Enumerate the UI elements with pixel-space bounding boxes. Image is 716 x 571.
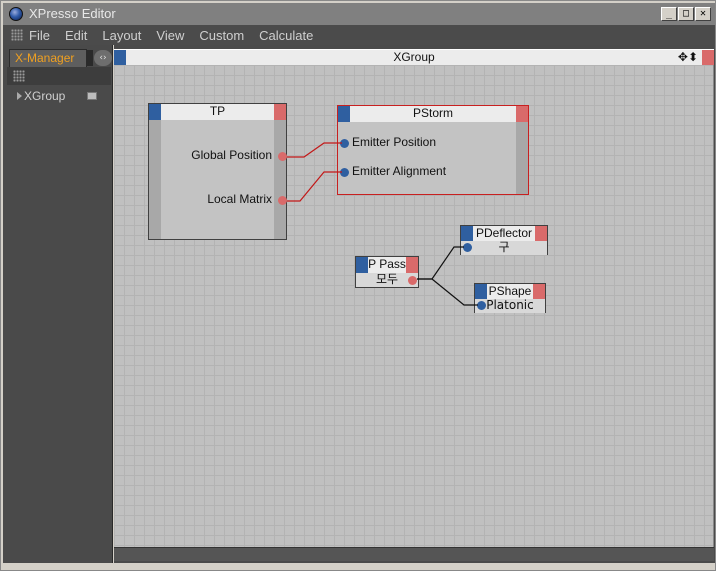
xgroup-output-port[interactable] [702,50,714,66]
port-emitter-alignment: Emitter Alignment [352,164,447,178]
wire-p-pass-to-pshape [417,278,478,306]
wire-global-position-to-emitter-position [287,142,342,158]
menu-custom[interactable]: Custom [199,28,244,43]
menu-calculate[interactable]: Calculate [259,28,313,43]
node-pshape[interactable]: PShape Platonic [474,283,546,313]
xgroup-title: XGroup [393,50,435,64]
panel-toolbar [7,67,111,85]
node-p-pass-title: P Pass [368,257,406,271]
minimize-button[interactable]: _ [661,7,677,21]
panel-grip-icon[interactable] [13,70,25,82]
node-p-pass-out-dot[interactable] [408,276,417,285]
port-global-position-dot[interactable] [278,152,287,161]
tab-separator [87,50,93,66]
node-pstorm-input-port[interactable] [338,106,350,122]
menu-bar: File Edit Layout View Custom Calculate [3,25,715,45]
menu-edit[interactable]: Edit [65,28,87,43]
menu-file[interactable]: File [29,28,50,43]
tree-item-xgroup[interactable]: XGroup [17,89,97,103]
node-pdeflector-title: PDeflector [475,226,533,240]
port-global-position: Global Position [191,148,272,162]
cinema4d-app-icon [9,7,23,21]
tab-scroll-arrows-icon[interactable]: ‹› [94,50,112,66]
node-tp-input-port[interactable] [149,104,161,120]
node-pstorm[interactable]: PStorm Emitter Position Emitter Alignmen… [337,105,529,195]
node-pdeflector[interactable]: PDeflector 구 [460,225,548,255]
node-grid[interactable]: TP Global Position Local Matrix PStorm E… [114,65,714,547]
xgroup-header[interactable]: XGroup ✥⬍ [114,49,714,66]
node-tp[interactable]: TP Global Position Local Matrix [148,103,287,240]
node-pshape-title: PShape [488,284,532,298]
port-local-matrix-dot[interactable] [278,196,287,205]
canvas-status-bar [114,547,714,561]
node-p-pass-input-port[interactable] [356,257,368,273]
node-pstorm-header[interactable]: PStorm [338,106,528,122]
tree-item-badge-icon[interactable] [87,92,97,100]
xpresso-editor-window: XPresso Editor _ □ ✕ File Edit Layout Vi… [0,0,716,571]
maximize-button[interactable]: □ [678,7,694,21]
node-pdeflector-output-port[interactable] [535,226,547,242]
node-p-pass-output-port[interactable] [406,257,418,273]
node-tp-title: TP [209,104,226,118]
node-pstorm-output-port[interactable] [516,106,528,122]
node-pdeflector-in-dot[interactable] [463,243,472,252]
node-tp-output-port[interactable] [274,104,286,120]
node-pstorm-output-strip [516,122,528,194]
menu-view[interactable]: View [156,28,184,43]
wire-local-matrix-to-emitter-alignment [287,171,342,202]
window-controls: _ □ ✕ [661,7,711,21]
port-emitter-position-dot[interactable] [340,139,349,148]
x-manager-panel: X-Manager ‹› XGroup [3,45,113,563]
menu-grip-icon[interactable] [11,29,23,41]
node-p-pass[interactable]: P Pass 모두 [355,256,419,288]
node-tp-output-strip [274,120,286,239]
panel-tab-row: X-Manager ‹› [7,47,113,67]
node-pshape-output-port[interactable] [533,284,545,300]
pan-zoom-icon[interactable]: ✥⬍ [678,50,698,65]
node-pdeflector-value: 구 [461,241,547,255]
node-p-pass-header[interactable]: P Pass [356,257,418,273]
node-tp-input-strip [149,120,161,239]
port-emitter-position: Emitter Position [352,135,437,149]
tree-expand-arrow-icon[interactable] [17,92,22,100]
tab-x-manager[interactable]: X-Manager [9,49,87,67]
node-tp-header[interactable]: TP [149,104,286,120]
window-title: XPresso Editor [29,6,116,21]
port-emitter-alignment-dot[interactable] [340,168,349,177]
port-local-matrix: Local Matrix [207,192,272,206]
node-pdeflector-input-port[interactable] [461,226,473,242]
menu-layout[interactable]: Layout [102,28,141,43]
tree-item-label: XGroup [24,89,66,103]
node-pshape-in-dot[interactable] [477,301,486,310]
title-bar[interactable]: XPresso Editor _ □ ✕ [3,3,715,25]
xpresso-canvas-area: XGroup ✥⬍ TP Global Position Local Matri… [114,45,715,563]
close-button[interactable]: ✕ [695,7,711,21]
wire-p-pass-to-pdeflector [417,246,464,280]
node-pstorm-title: PStorm [412,106,453,120]
node-pshape-input-port[interactable] [475,284,487,300]
